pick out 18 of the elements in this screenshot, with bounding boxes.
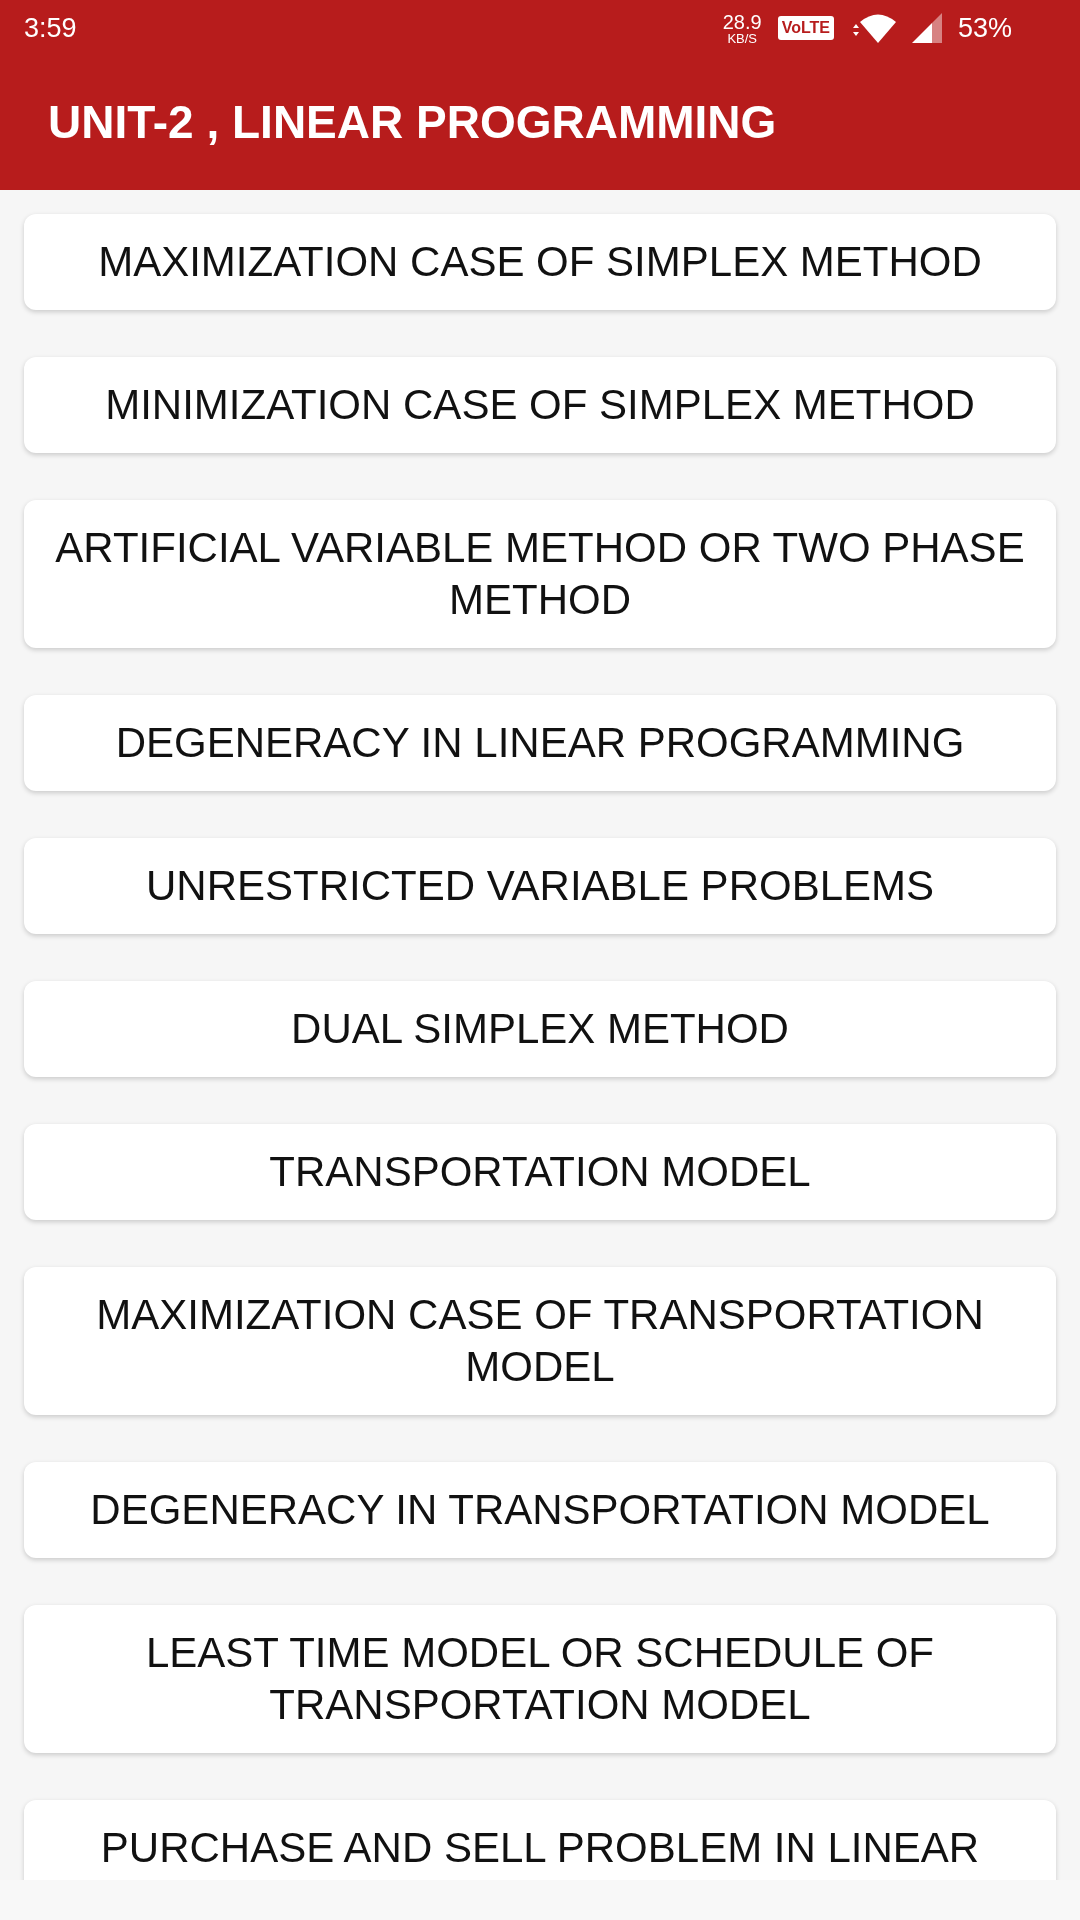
screen-title: UNIT-2 , LINEAR PROGRAMMING [48,99,777,145]
topic-button[interactable]: MINIMIZATION CASE OF SIMPLEX METHOD [24,357,1056,453]
topic-button[interactable]: TRANSPORTATION MODEL [24,1124,1056,1220]
topic-button[interactable]: DEGENERACY IN TRANSPORTATION MODEL [24,1462,1056,1558]
signal-icon [911,13,942,43]
status-time: 3:59 [24,14,77,42]
volte-badge: VoLTE [777,16,834,40]
topic-button[interactable]: MAXIMIZATION CASE OF TRANSPORTATION MODEL [24,1267,1056,1415]
topic-button[interactable]: PURCHASE AND SELL PROBLEM IN LINEAR [24,1800,1056,1880]
topic-button[interactable]: MAXIMIZATION CASE OF SIMPLEX METHOD [24,214,1056,310]
topic-button[interactable]: ARTIFICIAL VARIABLE METHOD OR TWO PHASE METHOD [24,500,1056,648]
data-rate: 28.9 [722,11,762,32]
topic-button[interactable]: LEAST TIME MODEL OR SCHEDULE OF TRANSPORTATION MODEL [24,1605,1056,1753]
topic-button[interactable]: DUAL SIMPLEX METHOD [24,981,1056,1077]
topic-button[interactable]: UNRESTRICTED VARIABLE PROBLEMS [24,838,1056,934]
battery-percent: 53% [957,14,1012,42]
topic-button[interactable]: DEGENERACY IN LINEAR PROGRAMMING [24,695,1056,791]
data-rate-unit: KB/S [727,31,757,45]
